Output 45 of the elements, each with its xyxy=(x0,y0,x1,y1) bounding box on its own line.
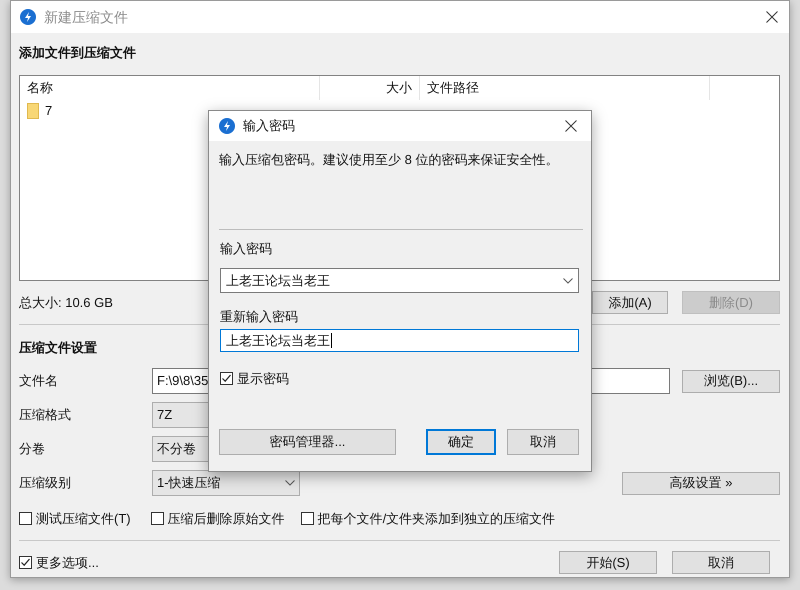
checkbox[interactable] xyxy=(300,512,314,525)
total-size: 总大小: 10.6 GB xyxy=(19,294,114,312)
chevron-down-icon xyxy=(563,278,573,284)
dropdown[interactable]: 1-快速压缩 xyxy=(152,470,300,496)
field-label: 压缩格式 xyxy=(19,406,72,424)
checkbox-label: 把每个文件/文件夹添加到独立的压缩文件 xyxy=(318,510,556,528)
dialog-title: 输入密码 xyxy=(243,117,296,136)
checkbox-label: 测试压缩文件(T) xyxy=(36,510,131,528)
chevron-down-icon xyxy=(285,480,295,486)
field-label: 输入密码 xyxy=(219,240,273,258)
column-header[interactable]: 大小 xyxy=(320,76,420,100)
text-cursor xyxy=(331,333,332,348)
folder-icon xyxy=(27,103,39,119)
checkbox[interactable] xyxy=(220,372,233,386)
close-icon[interactable] xyxy=(565,120,577,132)
column-header[interactable]: 文件路径 xyxy=(420,76,710,100)
settings-title: 压缩文件设置 xyxy=(19,339,97,357)
button[interactable]: 高级设置 » xyxy=(622,472,780,494)
section-title: 添加文件到压缩文件 xyxy=(19,44,136,62)
close-icon[interactable] xyxy=(766,11,778,23)
field-label: 文件名 xyxy=(19,372,59,390)
checkbox-label: 显示密码 xyxy=(237,370,289,388)
checkbox[interactable] xyxy=(19,512,32,525)
field-label: 分卷 xyxy=(19,440,46,458)
button[interactable]: 确定 xyxy=(426,428,496,454)
button[interactable]: 开始(S) xyxy=(559,551,657,574)
checkbox[interactable] xyxy=(19,556,32,569)
window-title: 新建压缩文件 xyxy=(44,8,129,26)
app-icon xyxy=(20,9,36,25)
file-name: 7 xyxy=(45,102,52,120)
button[interactable]: 添加(A) xyxy=(592,291,668,314)
checkbox-label: 更多选项... xyxy=(36,554,99,572)
button[interactable]: 浏览(B)... xyxy=(682,370,780,392)
checkbox-label: 压缩后删除原始文件 xyxy=(168,510,285,528)
column-header[interactable]: 名称 xyxy=(20,76,320,100)
password-input[interactable]: 上老王论坛当老王 xyxy=(220,329,579,352)
button[interactable]: 取消 xyxy=(507,428,579,454)
checkbox[interactable] xyxy=(150,512,164,525)
button[interactable]: 取消 xyxy=(672,551,770,574)
password-combobox[interactable]: 上老王论坛当老王 xyxy=(220,268,579,293)
button[interactable]: 密码管理器... xyxy=(219,428,396,454)
description-text: 输入压缩包密码。建议使用至少 8 位的密码来保证安全性。 xyxy=(219,151,560,169)
field-label: 重新输入密码 xyxy=(219,308,299,326)
field-label: 压缩级别 xyxy=(19,474,72,492)
app-icon xyxy=(219,118,235,134)
